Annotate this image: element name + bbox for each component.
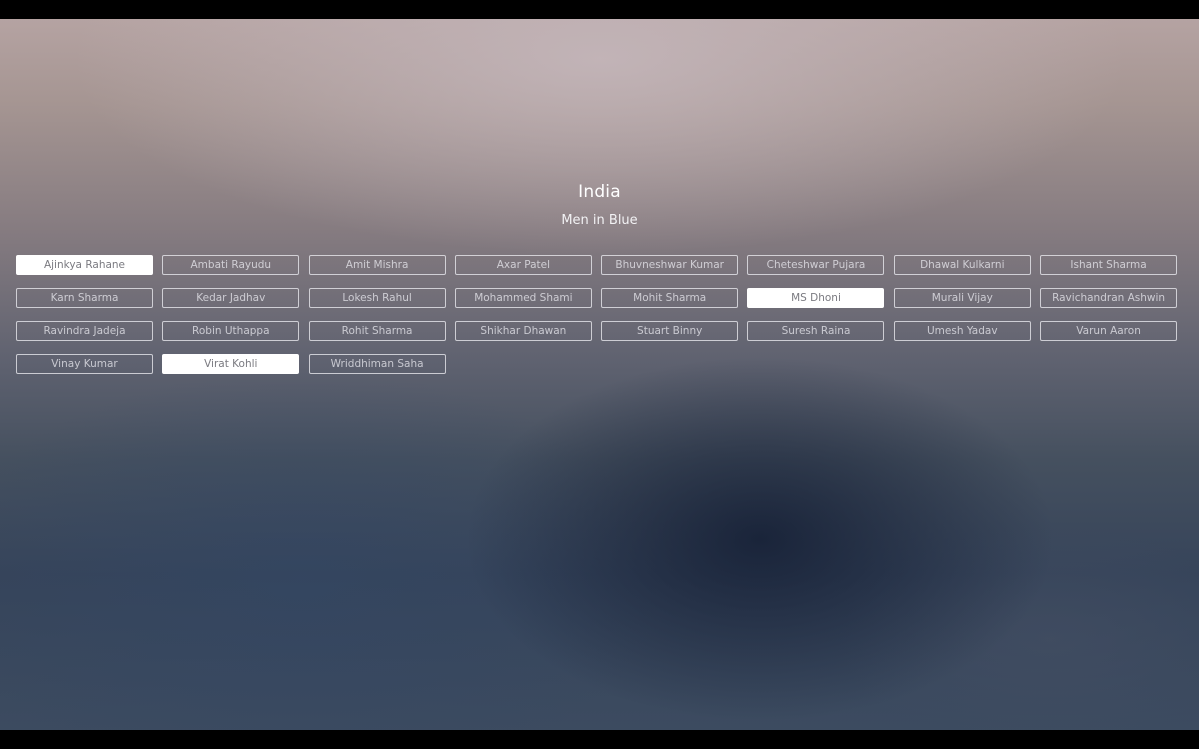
app-screen: India Men in Blue Ajinkya Rahane Ambati R…	[0, 19, 1199, 730]
player-button[interactable]: Kedar Jadhav	[162, 288, 300, 308]
player-button[interactable]: Suresh Raina	[747, 321, 885, 341]
player-button[interactable]: Ishant Sharma	[1040, 255, 1178, 275]
player-button[interactable]: Bhuvneshwar Kumar	[601, 255, 739, 275]
player-button[interactable]: Wriddhiman Saha	[308, 354, 446, 374]
player-grid: Ajinkya Rahane Ambati Rayudu Amit Mishra Ax…	[16, 255, 1178, 374]
player-button[interactable]: Ajinkya Rahane	[16, 255, 153, 275]
player-button[interactable]: Virat Kohli	[162, 354, 300, 374]
player-button[interactable]: Mohammed Shami	[454, 288, 592, 308]
player-button[interactable]: Rohit Sharma	[308, 321, 446, 341]
player-button[interactable]: Mohit Sharma	[601, 288, 739, 308]
player-button[interactable]: Vinay Kumar	[16, 354, 153, 374]
player-button[interactable]: Cheteshwar Pujara	[747, 255, 885, 275]
player-button[interactable]: MS Dhoni	[747, 288, 885, 308]
player-button[interactable]: Karn Sharma	[16, 288, 153, 308]
player-button[interactable]: Shikhar Dhawan	[454, 321, 592, 341]
player-button[interactable]: Lokesh Rahul	[308, 288, 446, 308]
player-button[interactable]: Amit Mishra	[308, 255, 446, 275]
player-button[interactable]: Murali Vijay	[893, 288, 1031, 308]
player-button[interactable]: Stuart Binny	[601, 321, 739, 341]
player-button[interactable]: Umesh Yadav	[893, 321, 1031, 341]
player-button[interactable]: Dhawal Kulkarni	[893, 255, 1031, 275]
team-subtitle: Men in Blue	[561, 213, 638, 228]
team-title: India	[578, 182, 621, 202]
player-button[interactable]: Varun Aaron	[1040, 321, 1178, 341]
player-button[interactable]: Ravindra Jadeja	[16, 321, 153, 341]
player-button[interactable]: Ravichandran Ashwin	[1040, 288, 1178, 308]
player-button[interactable]: Axar Patel	[454, 255, 592, 275]
player-button[interactable]: Robin Uthappa	[162, 321, 300, 341]
player-button[interactable]: Ambati Rayudu	[162, 255, 300, 275]
